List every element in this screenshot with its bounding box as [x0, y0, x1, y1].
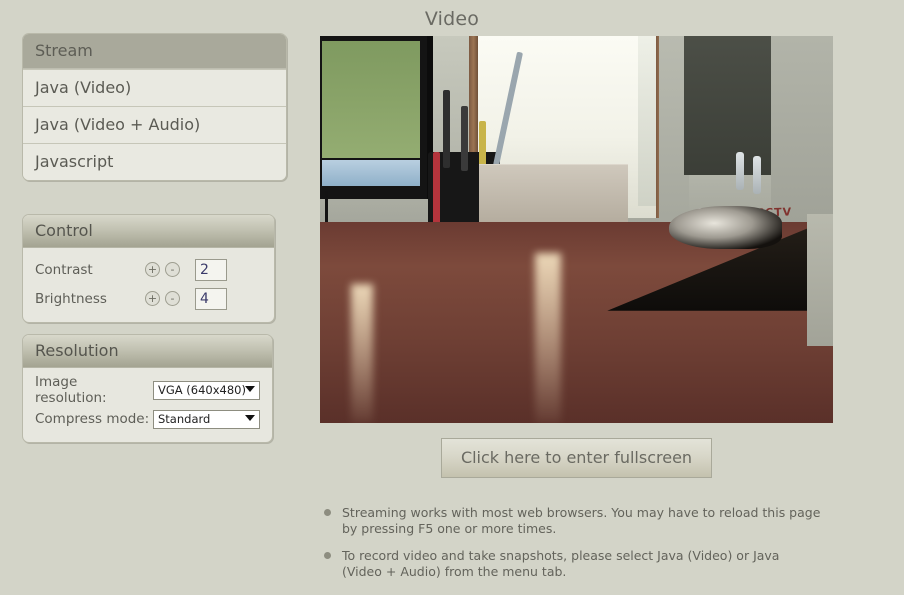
- compress-mode-select[interactable]: Standard: [153, 409, 260, 429]
- compress-mode-row: Compress mode: Standard: [35, 406, 260, 432]
- brightness-label: Brightness: [35, 290, 107, 307]
- niche-recess: [684, 36, 772, 176]
- desk-reflection-center: [535, 252, 562, 423]
- notes-list: Streaming works with most web browsers. …: [322, 505, 822, 591]
- brightness-value-input[interactable]: [195, 287, 227, 310]
- resolution-panel: Resolution Image resolution: VGA (640x48…: [22, 334, 273, 443]
- contrast-decrease-button[interactable]: -: [165, 262, 180, 277]
- stream-menu-header: Stream: [23, 34, 286, 69]
- note-item: Streaming works with most web browsers. …: [322, 505, 822, 537]
- enter-fullscreen-button[interactable]: Click here to enter fullscreen: [441, 438, 712, 478]
- resolution-panel-body: Image resolution: VGA (640x480) Compress…: [23, 368, 272, 442]
- compress-mode-value: Standard: [158, 411, 211, 426]
- control-panel: Control Contrast + - Brightness + -: [22, 214, 275, 323]
- brightness-decrease-button[interactable]: -: [165, 291, 180, 306]
- bullet-icon: [324, 509, 331, 516]
- stream-menu-panel: Stream Java (Video) Java (Video + Audio)…: [22, 33, 287, 181]
- chevron-down-icon: [245, 385, 255, 392]
- note-text: Streaming works with most web browsers. …: [342, 505, 821, 536]
- pen-dark: [443, 90, 451, 168]
- sidebar-item-javascript[interactable]: Javascript: [23, 143, 286, 180]
- control-panel-body: Contrast + - Brightness + -: [23, 248, 274, 322]
- video-stream[interactable]: CCTV: [320, 36, 833, 423]
- control-panel-header: Control: [23, 215, 274, 248]
- bottle-one: [735, 152, 744, 191]
- compress-mode-label: Compress mode:: [35, 411, 150, 427]
- chevron-down-icon: [245, 414, 255, 421]
- image-resolution-select[interactable]: VGA (640x480): [153, 380, 260, 400]
- monitor-taskbar: [322, 159, 421, 186]
- desk-reflection-left: [350, 283, 373, 423]
- monitor-screen: [322, 40, 421, 158]
- sidebar-item-java-video-audio[interactable]: Java (Video + Audio): [23, 106, 286, 143]
- contrast-row: Contrast + -: [35, 256, 262, 283]
- sidebar-item-java-video[interactable]: Java (Video): [23, 69, 286, 106]
- computer-monitor: [320, 36, 433, 199]
- wall-right-lower: [807, 214, 833, 346]
- video-scene: CCTV: [320, 36, 833, 423]
- image-resolution-label: Image resolution:: [35, 374, 107, 406]
- resolution-panel-header: Resolution: [23, 335, 272, 368]
- page-title: Video: [424, 8, 480, 30]
- pen-dark-2: [461, 105, 469, 172]
- brightness-row: Brightness + -: [35, 285, 262, 312]
- contrast-increase-button[interactable]: +: [145, 262, 160, 277]
- bullet-icon: [324, 552, 331, 559]
- contrast-value-input[interactable]: [195, 258, 227, 281]
- note-item: To record video and take snapshots, plea…: [322, 548, 822, 580]
- bottle-two: [753, 155, 762, 194]
- brightness-increase-button[interactable]: +: [145, 291, 160, 306]
- dark-object: [668, 206, 782, 249]
- image-resolution-row: Image resolution: VGA (640x480): [35, 374, 260, 406]
- note-text: To record video and take snapshots, plea…: [342, 548, 780, 579]
- image-resolution-value: VGA (640x480): [158, 382, 246, 397]
- contrast-label: Contrast: [35, 261, 93, 278]
